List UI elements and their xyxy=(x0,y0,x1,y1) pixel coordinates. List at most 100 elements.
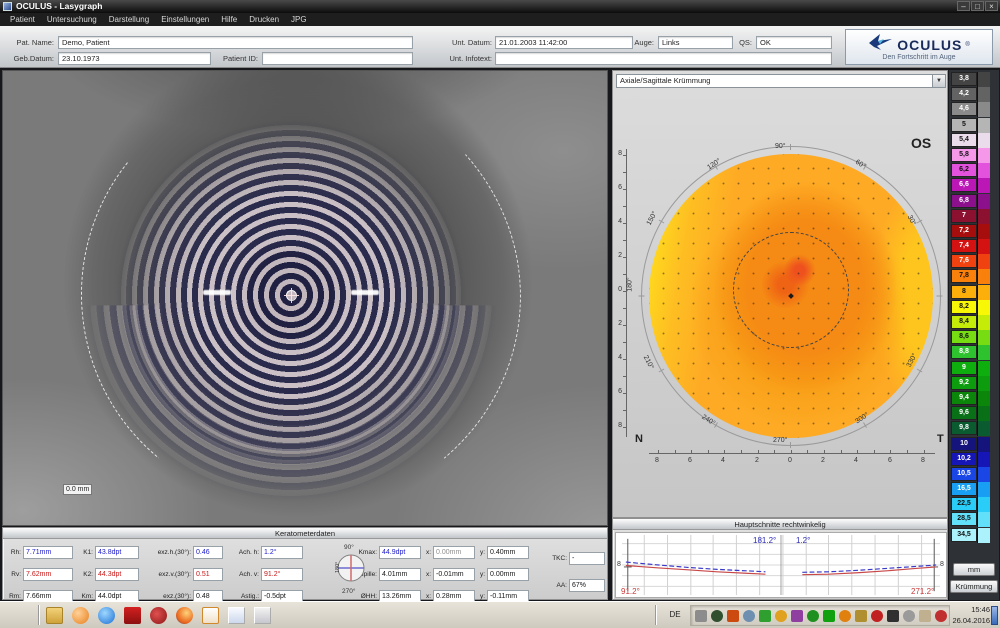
unit-mm-button[interactable]: mm xyxy=(953,563,995,576)
field-y[interactable]: 0.00mm xyxy=(487,568,529,581)
menu-item-untersuchung[interactable]: Untersuchung xyxy=(41,15,103,24)
patient-id-field[interactable] xyxy=(262,52,413,65)
field-rv[interactable]: 7.62mm xyxy=(23,568,73,581)
pointer-device-tray-icon[interactable] xyxy=(887,610,899,622)
office-tray-icon[interactable] xyxy=(839,610,851,622)
field-label: x: xyxy=(423,568,431,581)
language-indicator[interactable]: DE xyxy=(664,607,686,623)
qs-field[interactable]: OK xyxy=(756,36,832,49)
field-x[interactable]: 0.00mm xyxy=(433,546,475,559)
field-exzv[interactable]: 0.51 xyxy=(193,568,223,581)
x-tick-label: 2 xyxy=(821,457,825,464)
scale-row: 9,6 xyxy=(951,406,997,421)
menu-item-einstellungen[interactable]: Einstellungen xyxy=(155,15,215,24)
scale-color-strip xyxy=(977,133,990,148)
aa-label: AA: xyxy=(541,579,567,592)
scale-color-strip xyxy=(977,87,990,102)
audio-tray-icon[interactable] xyxy=(935,610,947,622)
scale-row: 7,6 xyxy=(951,254,997,269)
unt-datum-field[interactable]: 21.01.2003 11:42:00 xyxy=(495,36,633,49)
infotext-field[interactable] xyxy=(495,52,832,65)
menu-item-patient[interactable]: Patient xyxy=(4,15,41,24)
scheduler-tray-icon[interactable] xyxy=(759,610,771,622)
antivirus-tray-icon[interactable] xyxy=(871,610,883,622)
imaging-tool-icon[interactable] xyxy=(254,607,271,624)
scale-value-cell: 6,8 xyxy=(951,194,977,208)
firefox-icon[interactable] xyxy=(176,607,193,624)
y-minor-tick xyxy=(623,257,627,258)
scale-row: 8 xyxy=(951,285,997,300)
explorer-icon[interactable] xyxy=(46,607,63,624)
field-k[interactable]: 43.8dpt xyxy=(95,546,139,559)
chevron-down-icon[interactable]: ▼ xyxy=(932,75,945,87)
security-badge-tray-icon[interactable] xyxy=(855,610,867,622)
web-app-icon[interactable] xyxy=(150,607,167,624)
maximize-button[interactable]: □ xyxy=(971,1,984,11)
show-desktop-button[interactable] xyxy=(991,606,998,625)
menu-item-darstellung[interactable]: Darstellung xyxy=(103,15,155,24)
svg-text:270°: 270° xyxy=(342,587,356,595)
keratometer-title: Keratometerdaten xyxy=(3,528,607,539)
angle-label: 270° xyxy=(773,437,787,444)
scale-value-cell: 10 xyxy=(951,437,977,451)
media-encoder-tray-icon[interactable] xyxy=(727,610,739,622)
x-tick-label: 6 xyxy=(888,457,892,464)
camera-tray-icon[interactable] xyxy=(711,610,723,622)
field-rh[interactable]: 7.71mm xyxy=(23,546,73,559)
ring-tick xyxy=(937,296,943,297)
menu-item-drucken[interactable]: Drucken xyxy=(243,15,285,24)
minimize-button[interactable]: – xyxy=(957,1,970,11)
display-tray-icon[interactable] xyxy=(743,610,755,622)
map-type-dropdown[interactable]: Axiale/Sagittale Krümmung ▼ xyxy=(616,74,946,88)
scale-value-cell: 16,5 xyxy=(951,482,977,496)
field-kmax[interactable]: 44.9dpt xyxy=(379,546,421,559)
scale-value-cell: 34,5 xyxy=(951,528,977,542)
axis2b-angle-label: 271.2° xyxy=(911,587,934,596)
taskbar: DE 15:46 26.04.2016 xyxy=(0,601,1000,628)
outlook-icon[interactable] xyxy=(202,607,219,624)
unt-datum-label: Unt. Datum: xyxy=(436,37,492,49)
axis2-angle-label: 91.2° xyxy=(621,587,640,596)
updates-tray-icon[interactable] xyxy=(823,610,835,622)
internet-explorer-icon[interactable] xyxy=(98,607,115,624)
input-device-tray-icon[interactable] xyxy=(695,610,707,622)
tkc-field[interactable]: - xyxy=(569,552,605,565)
axis-compass-icon: 90° 180° 270° xyxy=(333,540,369,596)
scale-value-cell: 9,8 xyxy=(951,421,977,435)
field-x[interactable]: -0.01mm xyxy=(433,568,475,581)
oculus-logo: OCULUS ® Den Fortschritt im Auge xyxy=(845,29,993,65)
field-achv[interactable]: 91.2° xyxy=(261,568,303,581)
menu-item-jpg[interactable]: JPG xyxy=(285,15,313,24)
menu-item-hilfe[interactable]: Hilfe xyxy=(215,15,243,24)
spooler-tray-icon[interactable] xyxy=(903,610,915,622)
x-minor-tick xyxy=(708,450,709,454)
color-scale-legend: 3,84,24,655,45,86,26,66,877,27,47,67,888… xyxy=(949,70,999,600)
geb-datum-field[interactable]: 23.10.1973 xyxy=(58,52,211,65)
close-button[interactable]: × xyxy=(985,1,998,11)
auge-field[interactable]: Links xyxy=(658,36,733,49)
taskbar-clock[interactable]: 15:46 26.04.2016 xyxy=(950,604,990,626)
clipboard-tray-icon[interactable] xyxy=(919,610,931,622)
scale-row: 5 xyxy=(951,118,997,133)
field-k[interactable]: 44.3dpt xyxy=(95,568,139,581)
y-tick-label: 2 xyxy=(613,252,622,259)
network-tray-icon[interactable] xyxy=(807,610,819,622)
field-achh[interactable]: 1.2° xyxy=(261,546,303,559)
field-exzh[interactable]: 0.46 xyxy=(193,546,223,559)
warning-tray-icon[interactable] xyxy=(775,610,787,622)
x-minor-tick xyxy=(724,450,725,454)
field-label: Ach. h: xyxy=(225,546,259,559)
field-label: y: xyxy=(477,568,485,581)
field-y[interactable]: 0.40mm xyxy=(487,546,529,559)
notes-tray-icon[interactable] xyxy=(791,610,803,622)
scale-value-cell: 7,2 xyxy=(951,224,977,238)
scale-row: 8,2 xyxy=(951,300,997,315)
field-pupille[interactable]: 4.01mm xyxy=(379,568,421,581)
scale-chip: 0.0 mm xyxy=(63,484,92,495)
aa-field[interactable]: 67% xyxy=(569,579,605,592)
pat-name-field[interactable]: Demo, Patient xyxy=(58,36,413,49)
media-player-icon[interactable] xyxy=(72,607,89,624)
oculus-viewer-icon[interactable] xyxy=(228,607,245,624)
adobe-reader-icon[interactable] xyxy=(124,607,141,624)
kruemmung-button[interactable]: Krümmung xyxy=(950,580,998,593)
